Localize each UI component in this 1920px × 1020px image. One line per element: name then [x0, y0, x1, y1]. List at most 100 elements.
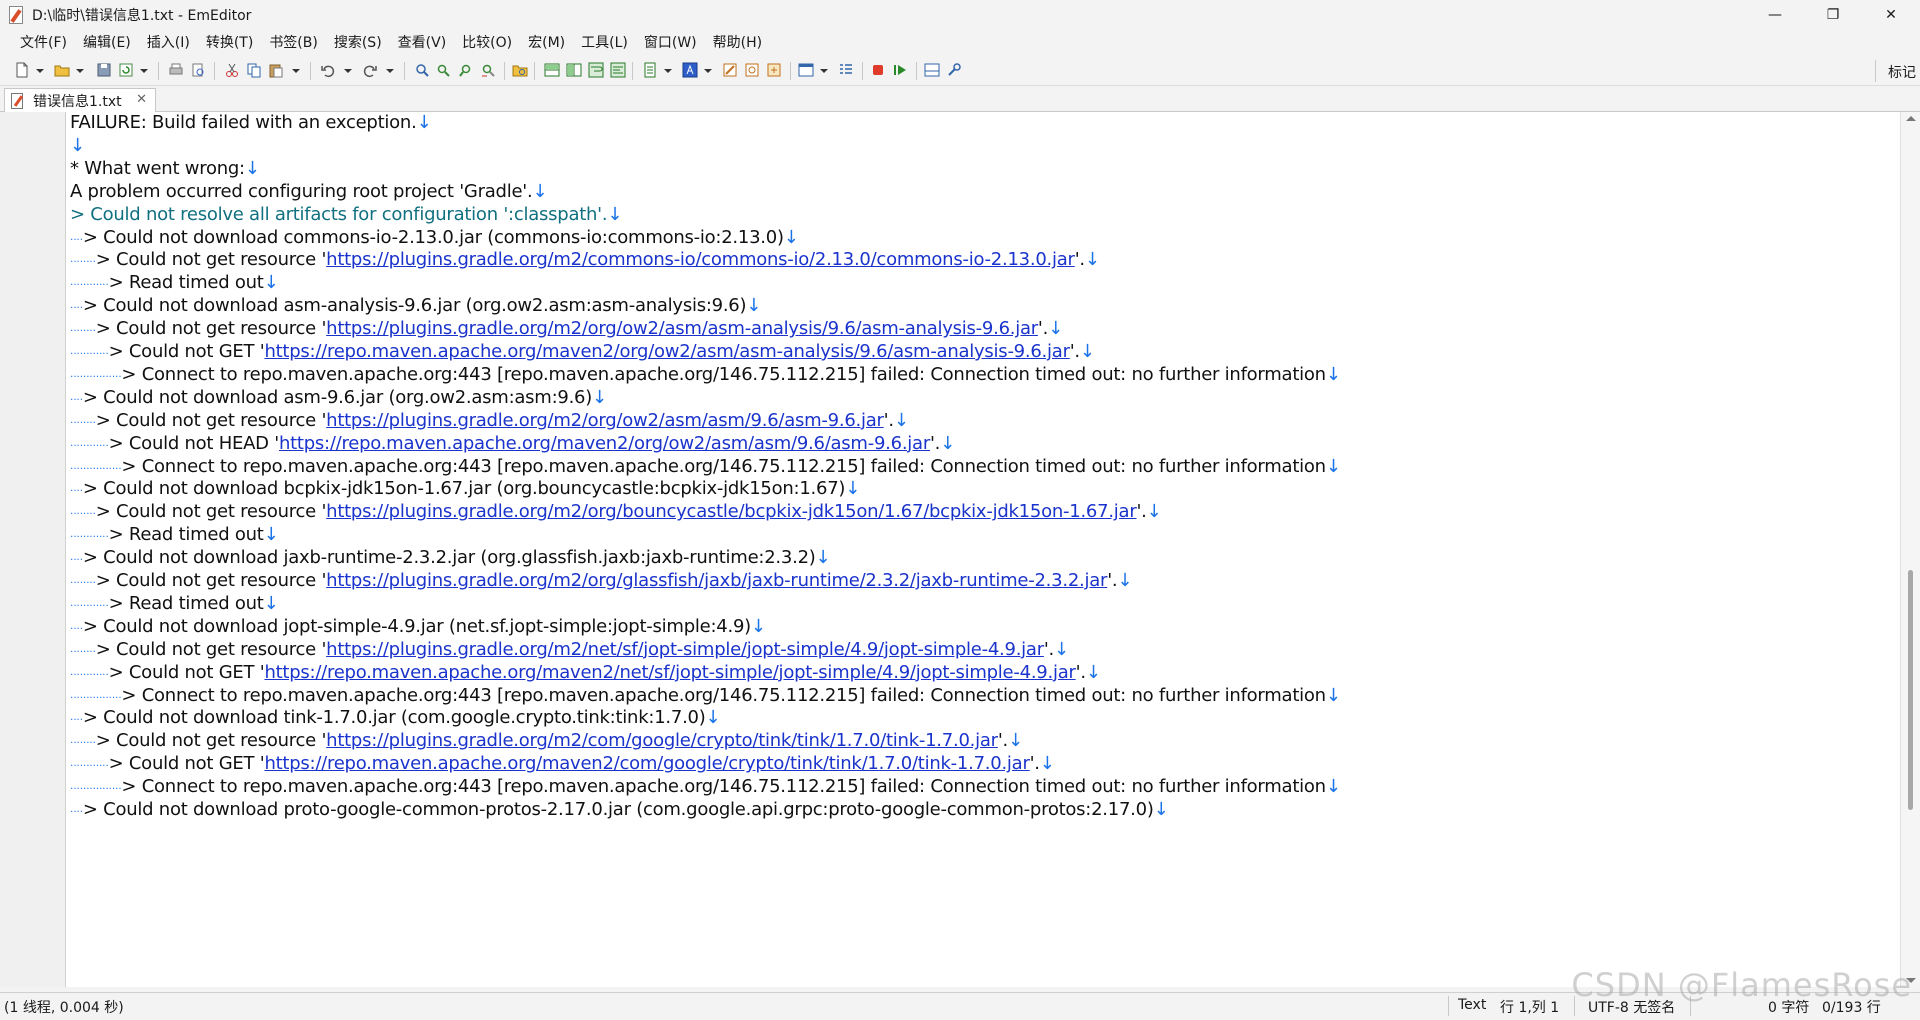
scroll-up-icon[interactable]: [1906, 116, 1916, 121]
marker-toolbar-label[interactable]: 标记: [1888, 62, 1916, 82]
open-dropdown-icon[interactable]: [76, 69, 84, 73]
replace-icon[interactable]: [480, 62, 496, 78]
url-link[interactable]: https://plugins.gradle.org/m2/org/ow2/as…: [326, 410, 884, 431]
url-link[interactable]: https://plugins.gradle.org/m2/org/ow2/as…: [326, 318, 1038, 339]
url-link[interactable]: https://plugins.gradle.org/m2/com/google…: [326, 730, 998, 751]
reload-icon[interactable]: [118, 62, 134, 78]
newline-icon: ↓: [1325, 455, 1341, 477]
find-previous-icon[interactable]: [458, 62, 474, 78]
configuration-dropdown-icon[interactable]: [664, 69, 672, 73]
font-icon[interactable]: [682, 62, 698, 78]
menu-search[interactable]: 搜索(S): [326, 32, 390, 54]
vertical-scrollbar[interactable]: [1900, 112, 1920, 987]
minimize-button[interactable]: —: [1746, 0, 1804, 30]
find-next-icon[interactable]: [436, 62, 452, 78]
redo-dropdown-icon[interactable]: [386, 69, 394, 73]
menu-tools[interactable]: 工具(L): [573, 32, 636, 54]
url-link[interactable]: https://plugins.gradle.org/m2/org/bouncy…: [326, 501, 1137, 522]
url-link[interactable]: https://plugins.gradle.org/m2/net/sf/jop…: [326, 639, 1044, 660]
newline-icon: ↓: [1325, 684, 1341, 706]
paste-icon[interactable]: [268, 62, 284, 78]
text-run: '.: [1136, 501, 1147, 523]
print-preview-icon[interactable]: [190, 62, 206, 78]
cut-icon[interactable]: [224, 62, 240, 78]
newline-icon: ↓: [263, 272, 279, 294]
menu-window[interactable]: 窗口(W): [636, 32, 705, 54]
indent-marker: ‥‥‥‥‥‥: [70, 277, 109, 289]
split-horizontal-icon[interactable]: [544, 62, 560, 78]
new-file-dropdown-icon[interactable]: [36, 69, 44, 73]
menu-view[interactable]: 查看(V): [390, 32, 455, 54]
copy-icon[interactable]: [246, 62, 262, 78]
undo-icon[interactable]: [320, 62, 336, 78]
text-run: > Could not get resource ': [95, 318, 327, 340]
word-wrap-icon[interactable]: [588, 62, 604, 78]
newline-icon: ↓: [893, 409, 909, 431]
menu-file[interactable]: 文件(F): [12, 32, 75, 54]
text-run: > Could not download bcpkix-jdk15on-1.67…: [82, 478, 846, 500]
newline-icon: ↓: [607, 203, 623, 225]
newline-icon: ↓: [746, 295, 762, 317]
plugins-icon[interactable]: [766, 62, 782, 78]
text-area[interactable]: 97FAILURE: Build failed with an exceptio…: [66, 112, 1900, 987]
menu-edit[interactable]: 编辑(E): [75, 32, 139, 54]
url-link[interactable]: https://repo.maven.apache.org/maven2/org…: [264, 341, 1070, 362]
menu-convert[interactable]: 转换(T): [198, 32, 261, 54]
indent-marker: ‥‥‥‥‥‥: [70, 346, 109, 357]
save-icon[interactable]: [96, 62, 112, 78]
menu-insert[interactable]: 插入(I): [139, 32, 198, 54]
outline-icon[interactable]: [838, 62, 854, 78]
configuration-icon[interactable]: [642, 62, 658, 78]
newline-icon: ↓: [815, 547, 831, 569]
url-link[interactable]: https://repo.maven.apache.org/maven2/net…: [264, 662, 1075, 683]
menu-bookmarks[interactable]: 书签(B): [261, 32, 326, 54]
save-dropdown-icon[interactable]: [140, 69, 148, 73]
text-run: '.: [1029, 753, 1040, 775]
tab-close-icon[interactable]: ✕: [136, 92, 147, 107]
wrap-by-window-icon[interactable]: [610, 62, 626, 78]
url-link[interactable]: https://repo.maven.apache.org/maven2/org…: [279, 433, 930, 454]
indent-marker: ‥‥‥‥: [70, 506, 96, 518]
split-vertical-icon[interactable]: [566, 62, 582, 78]
url-link[interactable]: https://plugins.gradle.org/m2/org/glassf…: [326, 570, 1107, 591]
tools-icon[interactable]: [946, 62, 962, 78]
csdn-watermark: CSDN @FlamesRose: [1571, 966, 1912, 1004]
newline-icon: ↓: [1054, 638, 1069, 660]
editor-pane[interactable]: 97FAILURE: Build failed with an exceptio…: [0, 112, 1920, 987]
status-message: (1 线程, 0.004 秒): [4, 1000, 124, 1016]
redo-icon[interactable]: [362, 62, 378, 78]
indent-marker: ‥‥‥‥‥‥: [70, 529, 109, 541]
record-macro-icon[interactable]: [870, 62, 886, 78]
output-bar-icon[interactable]: [924, 62, 940, 78]
emeditor-app-icon[interactable]: [8, 6, 24, 24]
menu-help[interactable]: 帮助(H): [705, 32, 770, 54]
customize-icon[interactable]: [722, 62, 738, 78]
editor-line[interactable]: 127‥‥> Could not download proto-google-c…: [66, 796, 1900, 824]
url-link[interactable]: https://repo.maven.apache.org/maven2/com…: [264, 753, 1029, 774]
new-file-icon[interactable]: [14, 62, 30, 78]
print-icon[interactable]: [168, 62, 184, 78]
run-macro-icon[interactable]: [892, 62, 908, 78]
menu-bar: 文件(F) 编辑(E) 插入(I) 转换(T) 书签(B) 搜索(S) 查看(V…: [0, 30, 1920, 56]
close-button[interactable]: ✕: [1862, 0, 1920, 30]
indent-marker: ‥‥: [70, 231, 83, 243]
macro-window-dropdown-icon[interactable]: [820, 69, 828, 73]
find-in-files-icon[interactable]: [512, 62, 528, 78]
tab-error-log[interactable]: 错误信息1.txt ✕: [4, 88, 156, 112]
status-mode[interactable]: Text: [1458, 997, 1486, 1013]
indent-marker: ‥‥: [70, 483, 83, 495]
menu-macros[interactable]: 宏(M): [520, 32, 573, 54]
scrollbar-thumb[interactable]: [1908, 570, 1913, 810]
url-link[interactable]: https://plugins.gradle.org/m2/commons-io…: [326, 249, 1075, 270]
open-folder-icon[interactable]: [54, 62, 70, 78]
paste-dropdown-icon[interactable]: [292, 69, 300, 73]
properties-icon[interactable]: [744, 62, 760, 78]
restore-button[interactable]: ❐: [1804, 0, 1862, 30]
status-cursor-position[interactable]: 行 1,列 1: [1500, 997, 1559, 1017]
find-icon[interactable]: [414, 62, 430, 78]
undo-dropdown-icon[interactable]: [344, 69, 352, 73]
window-title: D:\临时\错误信息1.txt - EmEditor: [32, 8, 252, 24]
menu-compare[interactable]: 比较(O): [454, 32, 520, 54]
macro-window-icon[interactable]: [798, 62, 814, 78]
font-dropdown-icon[interactable]: [704, 69, 712, 73]
